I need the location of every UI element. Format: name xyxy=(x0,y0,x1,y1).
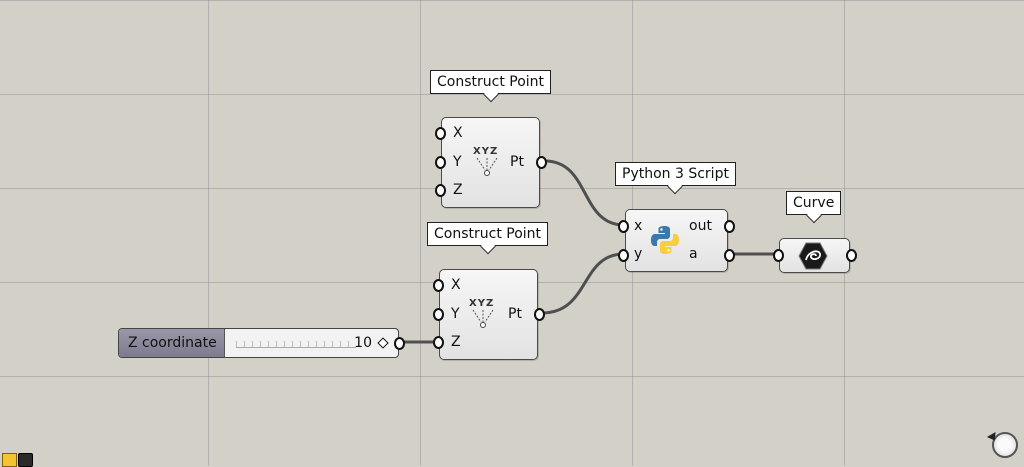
z-coordinate-slider[interactable]: Z coordinate 10 xyxy=(118,328,399,358)
curve-preview-icon[interactable] xyxy=(18,453,33,467)
python-script-tooltip: Python 3 Script xyxy=(615,162,736,186)
slider-value: 10 xyxy=(354,335,372,351)
curve-title: Curve xyxy=(793,195,835,211)
construct-point-1-tooltip: Construct Point xyxy=(430,70,552,94)
python-icon xyxy=(649,224,681,256)
curve-tooltip: Curve xyxy=(786,191,842,215)
output-pt[interactable]: Pt xyxy=(510,154,524,170)
input-y[interactable]: Y xyxy=(451,306,460,322)
construct-point-1-title: Construct Point xyxy=(437,74,545,90)
construct-point-icon: XYZ xyxy=(468,298,498,330)
grip-output-curve[interactable] xyxy=(846,249,857,262)
grip-output-slider[interactable] xyxy=(394,337,405,350)
input-x[interactable]: x xyxy=(634,218,642,234)
warning-icon[interactable] xyxy=(2,453,17,467)
grip-input-z[interactable] xyxy=(433,336,444,349)
grip-input-x[interactable] xyxy=(435,127,446,140)
input-z[interactable]: Z xyxy=(451,334,461,350)
input-z[interactable]: Z xyxy=(453,182,463,198)
grip-input-z[interactable] xyxy=(435,184,446,197)
construct-point-icon: XYZ xyxy=(472,146,502,178)
grip-input-y[interactable] xyxy=(433,308,444,321)
python-script-component[interactable]: x y out a xyxy=(625,209,728,272)
grip-output-pt[interactable] xyxy=(536,156,547,169)
grip-output-pt[interactable] xyxy=(534,308,545,321)
input-y[interactable]: y xyxy=(634,246,642,262)
grip-input-x[interactable] xyxy=(433,279,444,292)
python-script-title: Python 3 Script xyxy=(622,166,729,182)
curve-component[interactable] xyxy=(779,238,850,273)
input-y[interactable]: Y xyxy=(453,154,462,170)
curve-icon xyxy=(797,241,829,271)
input-x[interactable]: X xyxy=(451,277,461,293)
output-a[interactable]: a xyxy=(689,246,698,262)
status-bar xyxy=(0,452,38,467)
slider-grip-diamond-icon[interactable] xyxy=(377,337,389,349)
construct-point-2-title: Construct Point xyxy=(434,226,542,242)
input-x[interactable]: X xyxy=(453,125,463,141)
output-pt[interactable]: Pt xyxy=(508,306,522,322)
grip-output-out[interactable] xyxy=(724,220,735,233)
grip-input-y[interactable] xyxy=(435,156,446,169)
slider-track[interactable] xyxy=(236,337,356,348)
grip-input-y[interactable] xyxy=(618,249,629,262)
output-out[interactable]: out xyxy=(689,218,712,234)
grip-output-a[interactable] xyxy=(724,249,735,262)
construct-point-1-component[interactable]: X Y Z XYZ Pt xyxy=(441,117,540,208)
slider-label: Z coordinate xyxy=(119,329,225,357)
grip-input-curve[interactable] xyxy=(773,249,784,262)
construct-point-2-tooltip: Construct Point xyxy=(427,222,549,246)
construct-point-2-component[interactable]: X Y Z XYZ Pt xyxy=(439,269,538,360)
grip-input-x[interactable] xyxy=(618,220,629,233)
